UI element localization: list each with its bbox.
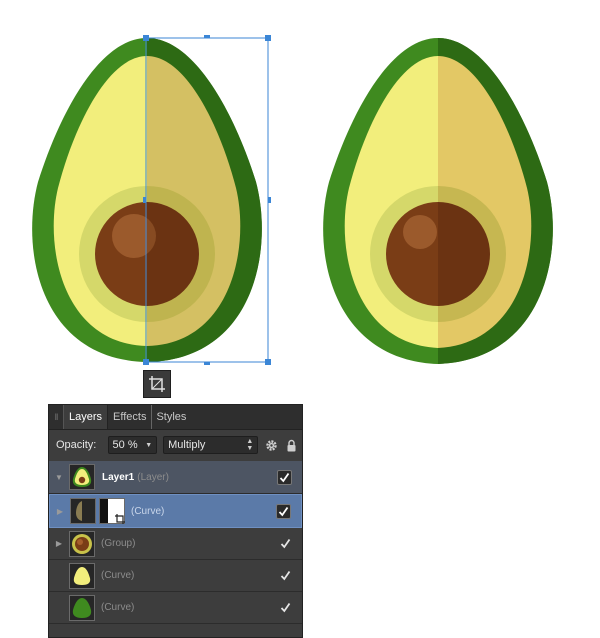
gear-icon[interactable] xyxy=(264,438,278,452)
layer-type: (Group) xyxy=(101,538,136,549)
layer-type: (Curve) xyxy=(101,570,135,581)
layer-row-curve-masked[interactable]: ▶ (Curve) xyxy=(49,494,302,528)
layer-row-layer1[interactable]: ▼ Layer1 (Layer) xyxy=(49,461,302,494)
layer-row-curve-flesh[interactable]: (Curve) xyxy=(49,560,302,592)
layer-type: (Layer) xyxy=(137,471,169,483)
artwork xyxy=(32,35,553,365)
opacity-row: Opacity: 50 % ▼ Multiply ▲ ▼ xyxy=(49,430,302,460)
layer-type: (Curve) xyxy=(101,602,135,613)
blend-mode-value: Multiply xyxy=(168,439,206,451)
curve-thumbnail xyxy=(70,498,96,524)
canvas[interactable] xyxy=(0,0,600,400)
tab-styles[interactable]: Styles xyxy=(151,405,191,429)
lock-icon[interactable] xyxy=(284,438,298,452)
check-icon xyxy=(278,506,289,516)
avocado-right[interactable] xyxy=(323,38,553,364)
layer-row-group[interactable]: ▶ (Group) xyxy=(49,528,302,560)
opacity-field[interactable]: 50 % ▼ xyxy=(107,436,158,454)
layer-row-curve-rim[interactable]: (Curve) xyxy=(49,592,302,624)
flesh-thumbnail xyxy=(69,562,95,589)
visibility-checkbox[interactable] xyxy=(279,569,292,582)
expand-triangle-icon[interactable]: ▼ xyxy=(49,473,69,482)
check-icon xyxy=(280,570,291,581)
group-thumbnail xyxy=(69,530,95,557)
crop-icon xyxy=(115,514,125,524)
layer-list: ▼ Layer1 (Layer) ▶ (Curve) ▶ (Group) (Cu… xyxy=(49,461,302,624)
chevron-down-icon: ▼ xyxy=(145,441,153,449)
panel-grip-icon[interactable]: ‖ xyxy=(49,405,63,429)
panel-tabs: ‖ Layers Effects Styles xyxy=(49,405,302,430)
tab-layers[interactable]: Layers xyxy=(63,405,109,429)
visibility-checkbox[interactable] xyxy=(277,469,292,485)
visibility-checkbox[interactable] xyxy=(279,601,292,614)
tab-effects[interactable]: Effects xyxy=(108,405,151,429)
avocado-left[interactable] xyxy=(32,38,262,362)
expand-triangle-icon[interactable]: ▶ xyxy=(49,539,69,548)
opacity-label: Opacity: xyxy=(56,439,97,451)
check-icon xyxy=(280,602,291,613)
expand-triangle-icon[interactable]: ▶ xyxy=(50,507,70,516)
visibility-checkbox[interactable] xyxy=(279,537,292,550)
updown-chevron-icon: ▲ ▼ xyxy=(246,438,254,452)
blend-mode-select[interactable]: Multiply ▲ ▼ xyxy=(163,436,259,454)
visibility-checkbox[interactable] xyxy=(276,503,291,519)
check-icon xyxy=(280,538,291,549)
layer-type: (Curve) xyxy=(131,505,165,517)
crop-tool-button[interactable] xyxy=(143,370,171,398)
layer-thumbnail xyxy=(69,464,95,490)
check-icon xyxy=(279,472,290,482)
crop-icon xyxy=(149,376,165,392)
opacity-value: 50 % xyxy=(112,439,138,451)
layer-name: Layer1 xyxy=(102,471,135,483)
rim-thumbnail xyxy=(69,594,95,621)
layers-panel: ‖ Layers Effects Styles Opacity: 50 % ▼ … xyxy=(48,404,303,638)
mask-thumbnail xyxy=(99,498,125,524)
